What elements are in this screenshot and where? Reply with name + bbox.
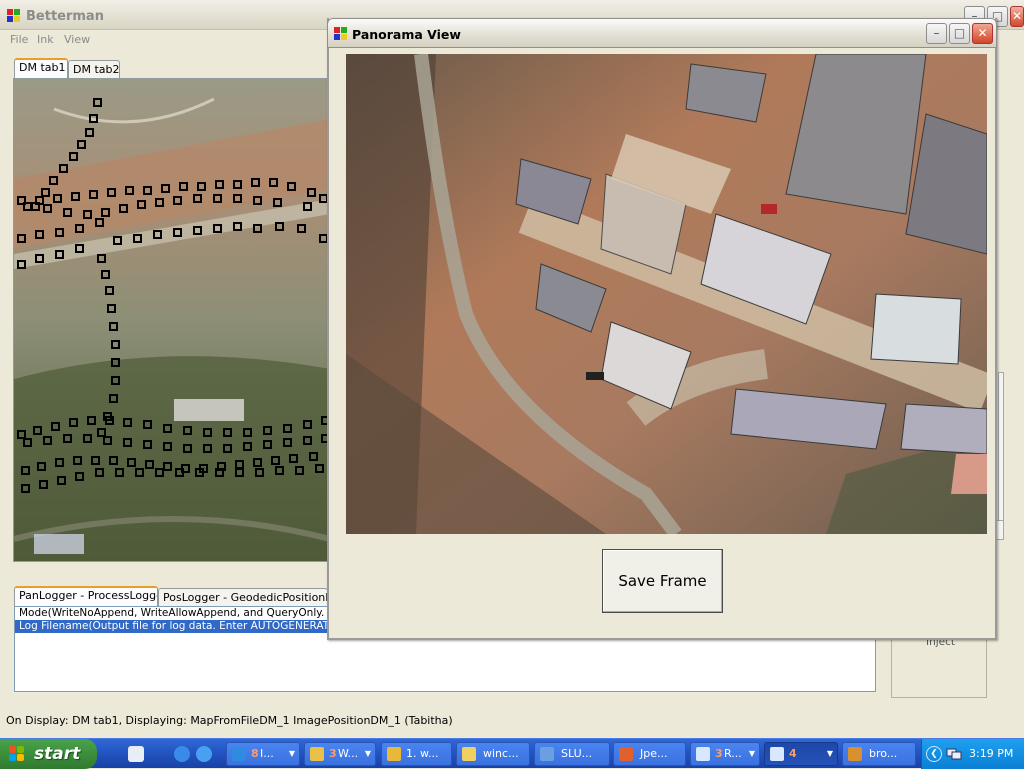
taskbar-button-w[interactable]: 1. w... [381, 742, 452, 766]
hidden-control-edge [996, 520, 1004, 540]
app-icon [7, 9, 21, 23]
taskbar-button-bro[interactable]: bro... [842, 742, 916, 766]
image-viewer-icon [619, 747, 633, 761]
app-icon [848, 747, 862, 761]
panorama-window: Panorama View – □ ✕ Save Frame [327, 18, 997, 640]
task-label: R... [724, 747, 742, 760]
windows-flag-icon [9, 746, 26, 762]
app-icon [334, 27, 348, 41]
panorama-window-title: Panorama View [352, 27, 461, 42]
network-app-icon [540, 747, 554, 761]
start-button[interactable]: start [0, 739, 97, 769]
window-icon [696, 747, 710, 761]
taskbar-button-winc[interactable]: winc... [456, 742, 530, 766]
group-arrow-icon: ▼ [364, 749, 371, 758]
task-count: 8 [251, 747, 259, 760]
group-arrow-icon: ▼ [826, 749, 833, 758]
task-label: Jpe... [640, 747, 668, 760]
network-icon[interactable] [946, 747, 962, 761]
panorama-maximize-button[interactable]: □ [949, 23, 970, 44]
ie-group-icon [232, 747, 246, 761]
show-desktop-icon[interactable] [128, 746, 144, 762]
window-icon [770, 747, 784, 761]
panorama-aerial-image[interactable] [346, 54, 987, 534]
task-count: 3 [329, 747, 337, 760]
menu-view[interactable]: View [64, 33, 90, 46]
taskbar-button-slu[interactable]: SLU... [534, 742, 610, 766]
task-label: I... [260, 747, 274, 760]
main-close-button[interactable]: ✕ [1010, 6, 1024, 27]
browser-quicklaunch-icon[interactable] [196, 746, 212, 762]
task-label: winc... [483, 747, 519, 760]
pencil-icon [387, 747, 401, 761]
start-label: start [34, 744, 81, 764]
menu-file[interactable]: File [10, 33, 28, 46]
panorama-close-button[interactable]: ✕ [972, 23, 993, 44]
folder-icon [310, 747, 324, 761]
tray-expand-icon[interactable]: ❮ [926, 746, 942, 762]
menu-ink[interactable]: Ink [37, 33, 54, 46]
sun-icon [462, 747, 476, 761]
group-arrow-icon: ▼ [748, 749, 755, 758]
task-label: SLU... [561, 747, 593, 760]
tab-dm-tab2[interactable]: DM tab2 [68, 60, 120, 80]
tab-pos-logger[interactable]: PosLogger - GeodedicPositionLog [158, 588, 328, 608]
internet-explorer-icon[interactable] [174, 746, 190, 762]
group-arrow-icon: ▼ [288, 749, 295, 758]
taskbar-button-explorer-group[interactable]: 3 W... ▼ [304, 742, 376, 766]
panorama-titlebar[interactable]: Panorama View – □ ✕ [327, 18, 997, 48]
taskbar-button-r-group[interactable]: 3 R... ▼ [690, 742, 760, 766]
status-bar-text: On Display: DM tab1, Displaying: MapFrom… [6, 714, 453, 727]
panorama-minimize-button[interactable]: – [926, 23, 947, 44]
hidden-panel-edge [998, 372, 1004, 522]
clock[interactable]: 3:19 PM [969, 747, 1013, 760]
system-tray: ❮ 3:19 PM [921, 739, 1024, 769]
task-label: bro... [869, 747, 898, 760]
satellite-map-image[interactable] [14, 79, 329, 562]
task-count: 4 [789, 747, 797, 760]
task-label: W... [338, 747, 359, 760]
task-count: 3 [715, 747, 723, 760]
main-window-title: Betterman [26, 9, 104, 24]
taskbar-button-jpe[interactable]: Jpe... [613, 742, 686, 766]
map-panel[interactable] [13, 78, 329, 562]
task-label: 1. w... [406, 747, 439, 760]
save-frame-button[interactable]: Save Frame [602, 549, 723, 613]
tab-dm-tab1[interactable]: DM tab1 [14, 58, 68, 78]
taskbar-button-active-group[interactable]: 4 ▼ [764, 742, 838, 766]
tab-pan-logger[interactable]: PanLogger - ProcessLogger [14, 586, 158, 606]
taskbar: start 8 I... ▼ 3 W... ▼ 1. w... winc... … [0, 738, 1024, 769]
taskbar-button-ie-group[interactable]: 8 I... ▼ [226, 742, 300, 766]
